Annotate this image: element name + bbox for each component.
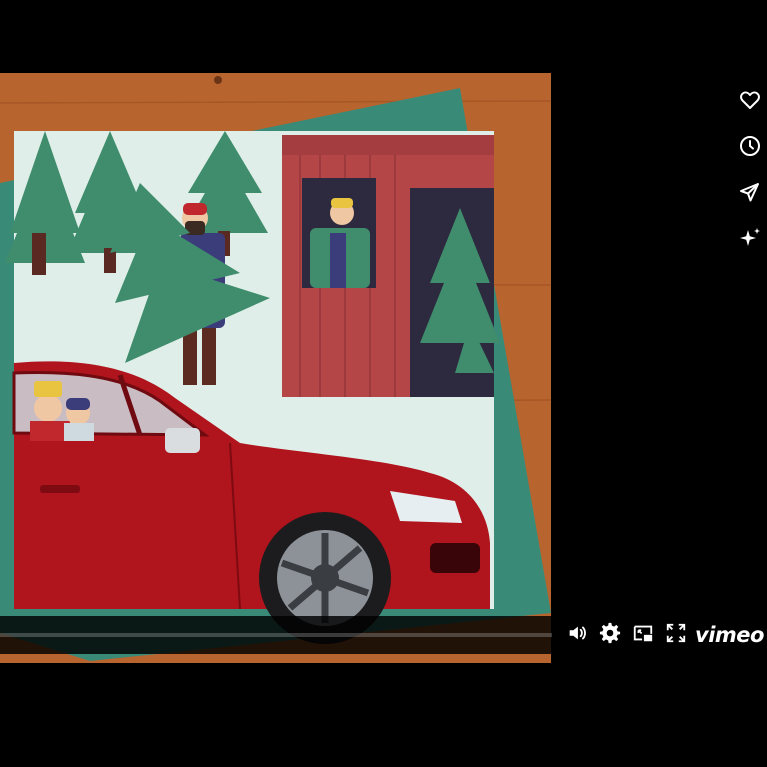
volume-button[interactable] <box>565 624 589 646</box>
video-still <box>0 73 551 663</box>
settings-button[interactable] <box>598 622 622 649</box>
pip-button[interactable] <box>631 624 655 646</box>
ai-button[interactable] <box>732 222 767 258</box>
vimeo-logo[interactable]: vimeo <box>695 622 764 648</box>
pip-icon <box>632 622 654 649</box>
progress-track[interactable] <box>0 633 552 637</box>
watch-later-button[interactable] <box>732 130 767 166</box>
side-actions <box>732 84 767 268</box>
player-controls: vimeo <box>0 616 767 654</box>
share-button[interactable] <box>732 176 767 212</box>
fullscreen-button[interactable] <box>664 622 688 649</box>
video-player[interactable]: vimeo <box>0 0 767 767</box>
volume-icon <box>566 622 588 649</box>
video-frame[interactable] <box>0 73 551 663</box>
progress-bar[interactable] <box>0 616 556 654</box>
heart-icon <box>738 88 762 117</box>
paper-plane-icon <box>738 180 762 209</box>
clock-icon <box>738 134 762 163</box>
fullscreen-icon <box>665 622 687 649</box>
gear-icon <box>599 622 621 649</box>
like-button[interactable] <box>732 84 767 120</box>
sparkle-icon <box>738 226 762 255</box>
